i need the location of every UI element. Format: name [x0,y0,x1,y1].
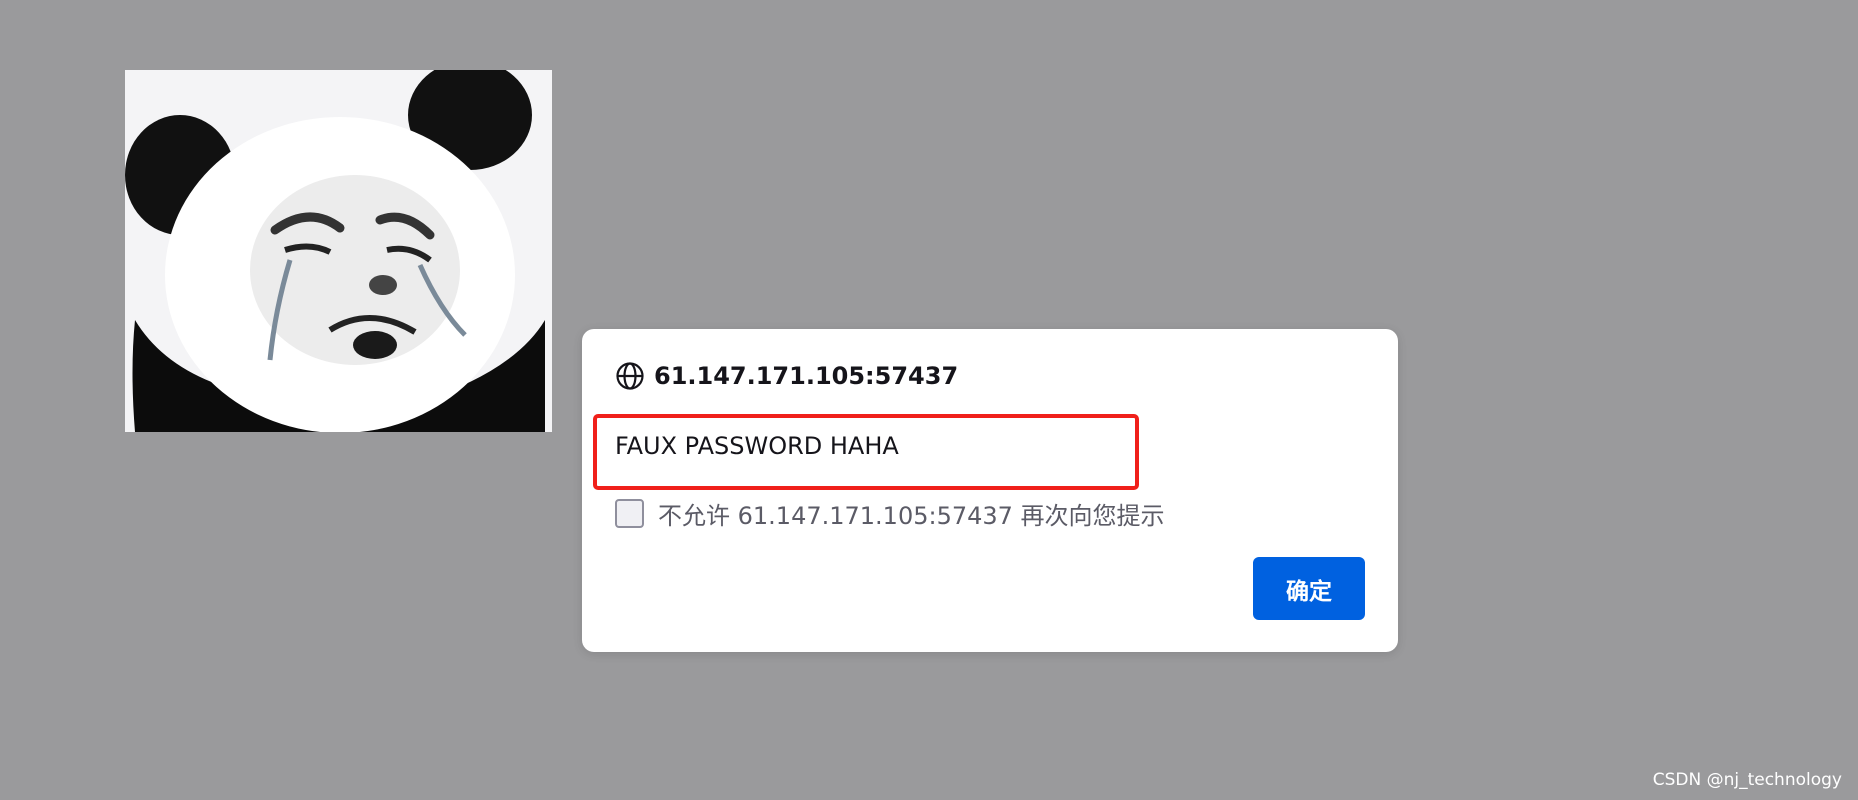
ok-button[interactable]: 确定 [1253,557,1365,620]
suppress-prompts-label[interactable]: 不允许 61.147.171.105:57437 再次向您提示 [658,496,1165,531]
panda-meme-image [125,70,552,432]
watermark: CSDN @nj_technology [1652,770,1842,790]
suppress-prompts-row: 不允许 61.147.171.105:57437 再次向您提示 [615,496,1165,531]
dialog-origin: 61.147.171.105:57437 [654,362,959,390]
dialog-header: 61.147.171.105:57437 [615,361,958,391]
prompt-dialog: 61.147.171.105:57437 FAUX PASSWORD HAHA … [582,329,1398,652]
suppress-prompts-checkbox[interactable] [615,499,644,528]
globe-icon [615,361,645,391]
dialog-message: FAUX PASSWORD HAHA [615,432,899,460]
